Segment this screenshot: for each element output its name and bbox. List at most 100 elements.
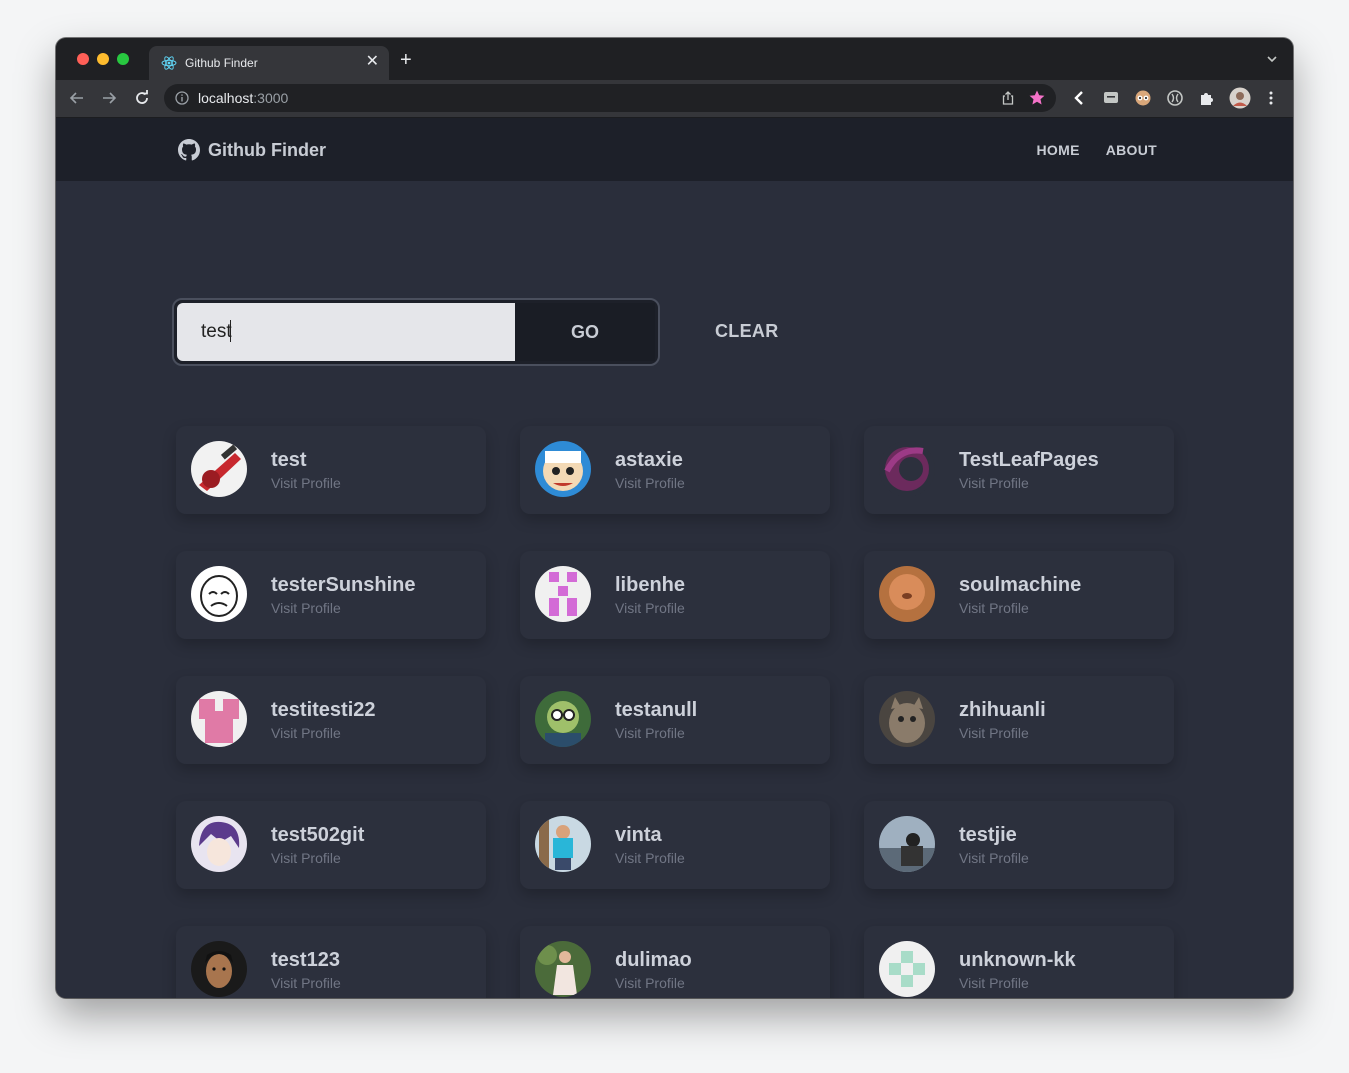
visit-profile-link[interactable]: Visit Profile: [271, 725, 341, 741]
user-card: unknown-kk Visit Profile: [864, 926, 1174, 998]
user-card: test Visit Profile: [176, 426, 486, 514]
visit-profile-link[interactable]: Visit Profile: [959, 475, 1029, 491]
visit-profile-link[interactable]: Visit Profile: [271, 850, 341, 866]
user-card: testitesti22 Visit Profile: [176, 676, 486, 764]
puzzle-extensions-icon[interactable]: [1198, 89, 1216, 107]
browser-tab[interactable]: Github Finder ✕: [149, 46, 389, 80]
site-info-icon[interactable]: [174, 90, 190, 106]
minimize-window-button[interactable]: [97, 53, 109, 65]
user-card: testerSunshine Visit Profile: [176, 551, 486, 639]
user-avatar: [535, 691, 591, 747]
user-login: test: [271, 449, 307, 471]
maximize-window-button[interactable]: [117, 53, 129, 65]
user-avatar: [191, 941, 247, 997]
user-avatar: [191, 441, 247, 497]
visit-profile-link[interactable]: Visit Profile: [615, 975, 685, 991]
owl-extension-icon[interactable]: [1134, 89, 1152, 107]
visit-profile-link[interactable]: Visit Profile: [271, 475, 341, 491]
nav-about-link[interactable]: ABOUT: [1106, 142, 1157, 158]
bookmark-star-icon[interactable]: [1028, 89, 1046, 107]
new-tab-icon[interactable]: +: [400, 50, 412, 70]
user-login: testitesti22: [271, 699, 376, 721]
text-caret: [230, 320, 231, 342]
reload-icon[interactable]: [133, 89, 151, 107]
visit-profile-link[interactable]: Visit Profile: [959, 725, 1029, 741]
search-form: GO: [172, 298, 660, 366]
user-card: testjie Visit Profile: [864, 801, 1174, 889]
user-avatar: [535, 441, 591, 497]
user-card: test123 Visit Profile: [176, 926, 486, 998]
user-login: astaxie: [615, 449, 683, 471]
user-avatar: [535, 941, 591, 997]
visit-profile-link[interactable]: Visit Profile: [271, 975, 341, 991]
tab-search-chevron-icon[interactable]: [1265, 52, 1279, 66]
visit-profile-link[interactable]: Visit Profile: [959, 850, 1029, 866]
visit-profile-link[interactable]: Visit Profile: [615, 600, 685, 616]
clear-button[interactable]: CLEAR: [715, 321, 779, 342]
github-icon: [178, 139, 200, 161]
brand[interactable]: Github Finder: [178, 138, 326, 162]
browser-toolbar: localhost:3000: [56, 80, 1293, 118]
share-icon[interactable]: [1000, 90, 1016, 106]
user-card: testanull Visit Profile: [520, 676, 830, 764]
user-login: dulimao: [615, 949, 692, 971]
url-port: :3000: [253, 90, 289, 106]
react-icon: [161, 56, 177, 70]
user-login: TestLeafPages: [959, 449, 1099, 471]
user-avatar: [191, 691, 247, 747]
page-content: Github Finder HOME ABOUT GO CLEAR test V…: [56, 118, 1293, 998]
user-login: soulmachine: [959, 574, 1082, 596]
user-login: unknown-kk: [959, 949, 1076, 971]
user-avatar: [879, 566, 935, 622]
user-login: test502git: [271, 824, 365, 846]
user-login: testjie: [959, 824, 1017, 846]
user-login: testerSunshine: [271, 574, 416, 596]
user-card: vinta Visit Profile: [520, 801, 830, 889]
user-avatar: [535, 816, 591, 872]
user-login: vinta: [615, 824, 662, 846]
address-bar[interactable]: localhost:3000: [164, 84, 1056, 112]
user-card: test502git Visit Profile: [176, 801, 486, 889]
brain-extension-icon[interactable]: [1166, 89, 1184, 107]
visit-profile-link[interactable]: Visit Profile: [959, 975, 1029, 991]
go-button[interactable]: GO: [515, 303, 655, 361]
user-card: astaxie Visit Profile: [520, 426, 830, 514]
user-card: zhihuanli Visit Profile: [864, 676, 1174, 764]
user-avatar: [879, 816, 935, 872]
user-avatar: [879, 691, 935, 747]
close-tab-icon[interactable]: ✕: [366, 53, 379, 71]
visit-profile-link[interactable]: Visit Profile: [615, 850, 685, 866]
browser-window: Github Finder ✕ + localhost:3000 Github …: [56, 38, 1293, 998]
user-login: libenhe: [615, 574, 686, 596]
app-navbar: Github Finder HOME ABOUT: [56, 118, 1293, 181]
user-login: test123: [271, 949, 340, 971]
user-card: soulmachine Visit Profile: [864, 551, 1174, 639]
visit-profile-link[interactable]: Visit Profile: [271, 600, 341, 616]
back-arrow-icon[interactable]: [68, 89, 86, 107]
user-card: libenhe Visit Profile: [520, 551, 830, 639]
more-menu-icon[interactable]: [1262, 89, 1280, 107]
visit-profile-link[interactable]: Visit Profile: [615, 475, 685, 491]
tab-strip: Github Finder ✕ +: [56, 38, 1293, 80]
user-avatar: [879, 441, 935, 497]
profile-avatar-icon[interactable]: [1229, 87, 1251, 109]
close-window-button[interactable]: [77, 53, 89, 65]
user-avatar: [879, 941, 935, 997]
visit-profile-link[interactable]: Visit Profile: [959, 600, 1029, 616]
user-card: dulimao Visit Profile: [520, 926, 830, 998]
user-avatar: [191, 816, 247, 872]
user-login: testanull: [615, 699, 698, 721]
back-chevron-extension-icon[interactable]: [1070, 89, 1088, 107]
tab-title: Github Finder: [185, 56, 258, 70]
chat-extension-icon[interactable]: [1102, 89, 1120, 107]
search-input[interactable]: [177, 303, 515, 361]
user-avatar: [535, 566, 591, 622]
url-text: localhost:3000: [198, 90, 288, 106]
user-avatar: [191, 566, 247, 622]
user-login: zhihuanli: [959, 699, 1046, 721]
nav-home-link[interactable]: HOME: [1037, 142, 1080, 158]
forward-arrow-icon[interactable]: [100, 89, 118, 107]
url-host: localhost: [198, 90, 254, 106]
visit-profile-link[interactable]: Visit Profile: [615, 725, 685, 741]
nav-links: HOME ABOUT: [1037, 142, 1157, 158]
